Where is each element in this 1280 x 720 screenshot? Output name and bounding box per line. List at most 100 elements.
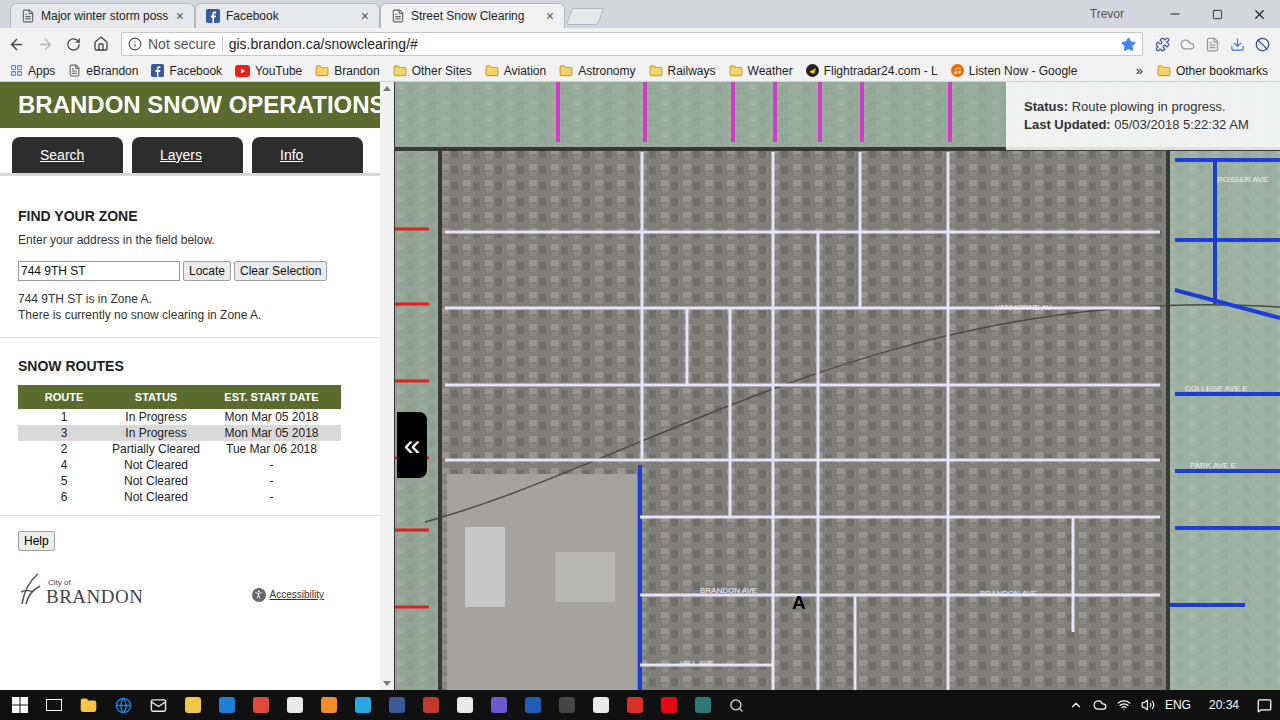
taskbar-app-icon[interactable] [491,697,507,713]
taskbar-app-icon[interactable] [559,697,575,713]
panel-tab[interactable]: Layers [132,137,243,173]
other-bookmarks[interactable]: Other bookmarks [1157,62,1268,80]
search-icon[interactable] [729,698,744,713]
home-icon[interactable] [93,36,109,52]
collapse-panel-button[interactable]: « [397,412,427,478]
mail-icon[interactable] [150,697,167,714]
taskbar-app-icon[interactable] [457,697,473,713]
zone-result: 744 9TH ST is in Zone A. [18,291,362,307]
bookmark[interactable]: Railways [649,62,716,80]
windows-start-icon[interactable] [12,697,28,713]
help-button[interactable]: Help [18,531,55,551]
taskbar-app-icon[interactable] [185,697,201,713]
minimize-button[interactable] [1154,0,1196,28]
maximize-button[interactable] [1196,0,1238,28]
download-icon[interactable] [1230,37,1245,52]
city-logo: City ofBRANDON [18,572,143,606]
taskbar-app-icon[interactable] [389,697,405,713]
bookmark[interactable]: Aviation [485,62,546,80]
taskbar-app-icon[interactable] [253,697,269,713]
task-view-icon[interactable] [46,699,62,711]
taskbar-app-icon[interactable] [525,697,541,713]
bookmark[interactable]: Apps [10,62,55,80]
profile-name[interactable]: Trevor [1090,5,1124,23]
bookmark[interactable]: Weather [729,62,793,80]
cloud-icon[interactable] [1180,37,1195,52]
block-icon[interactable] [1255,37,1270,52]
bookmark[interactable]: Facebook [151,62,222,80]
screen: Major winter storm poss×Facebook×Street … [0,0,1280,720]
bookmark[interactable]: YouTube [235,62,302,80]
zone-button[interactable]: Clear Selection [234,261,327,281]
accessibility-icon [253,589,264,600]
panel-scrollbar[interactable] [380,82,395,690]
tray-expand-icon[interactable] [1069,698,1083,712]
forward-icon[interactable] [37,36,54,53]
apps-icon [10,64,23,77]
browser-tab[interactable]: Major winter storm poss× [10,3,195,28]
back-icon[interactable] [8,36,25,53]
browser-tab[interactable]: Street Snow Clearing × [380,3,565,28]
close-button[interactable] [1238,0,1280,28]
bookmark-star-icon[interactable] [1121,37,1136,52]
extension-icon[interactable] [1205,37,1220,52]
more-bookmarks[interactable]: » [1136,61,1143,81]
tab-close[interactable]: × [176,9,184,23]
bookmark[interactable]: Astronomy [559,62,635,80]
street-label: BRANDON AVE [700,586,757,595]
reload-icon[interactable] [66,37,81,52]
route-row[interactable]: 6Not Cleared- [18,489,341,505]
zone-button[interactable]: Locate [183,261,231,281]
scroll-down-icon[interactable] [383,681,391,686]
taskbar-app-icon[interactable] [695,697,711,713]
folder-icon [649,64,663,78]
bookmark[interactable]: Listen Now - Google [951,62,1078,80]
taskbar-app-icon[interactable] [661,697,677,713]
tab-close[interactable]: × [361,9,369,23]
dropbox-icon[interactable] [1093,698,1107,712]
taskbar-app-icon[interactable] [219,697,235,713]
bookmark[interactable]: eBrandon [68,62,138,80]
snow-routes-section: SNOW ROUTESROUTESTATUSEST. START DATE1In… [0,338,380,516]
volume-icon[interactable] [1141,698,1155,712]
panel-tab[interactable]: Info [252,137,363,173]
zone-marker: A [792,589,806,618]
tab-label: Street Snow Clearing [411,7,540,25]
wifi-icon[interactable] [1117,698,1131,712]
bookmark[interactable]: Flightradar24.com - L [806,62,938,80]
taskbar-app-icon[interactable] [321,697,337,713]
bookmark[interactable]: Other Sites [393,62,472,80]
extension-icon[interactable] [1155,37,1170,52]
folder-icon [485,64,499,78]
edge-icon[interactable] [115,697,132,714]
omnibox[interactable]: Not securegis.brandon.ca/snowclearing/# [121,32,1143,56]
route-row[interactable]: 5Not Cleared- [18,473,341,489]
info-icon [128,37,142,51]
page-icon [21,9,35,23]
folder-icon [315,64,329,78]
notifications-icon[interactable] [1257,698,1272,713]
route-row[interactable]: 4Not Cleared- [18,457,341,473]
map-canvas[interactable]: VANHORNE AVBRANDON AVEBRANDON AVEHILL AV… [395,82,1280,690]
taskbar-app-icon[interactable] [287,697,303,713]
browser-tab[interactable]: Facebook× [195,3,380,28]
taskbar-app-icon[interactable] [423,697,439,713]
language-indicator[interactable]: ENG [1165,696,1191,714]
scroll-up-icon[interactable] [383,86,391,91]
bookmark[interactable]: Brandon [315,62,379,80]
new-tab-button[interactable] [566,8,604,25]
taskbar-app-icon[interactable] [627,697,643,713]
accessibility-link[interactable]: Accessibility [252,587,324,602]
route-row[interactable]: 3In ProgressMon Mar 05 2018 [18,425,341,441]
panel-tab[interactable]: Search [12,137,123,173]
route-row[interactable]: 2Partially ClearedTue Mar 06 2018 [18,441,341,457]
explorer-icon[interactable] [80,697,97,714]
route-row[interactable]: 1In ProgressMon Mar 05 2018 [18,409,341,425]
clock[interactable]: 20:34 [1209,696,1239,714]
street-label: COLLEGE AVE E [1185,384,1248,393]
map[interactable]: VANHORNE AVBRANDON AVEBRANDON AVEHILL AV… [395,82,1280,690]
taskbar-app-icon[interactable] [593,697,609,713]
tab-close[interactable]: × [546,9,554,23]
address-input[interactable]: 744 9TH ST [18,261,180,281]
taskbar-app-icon[interactable] [355,697,371,713]
